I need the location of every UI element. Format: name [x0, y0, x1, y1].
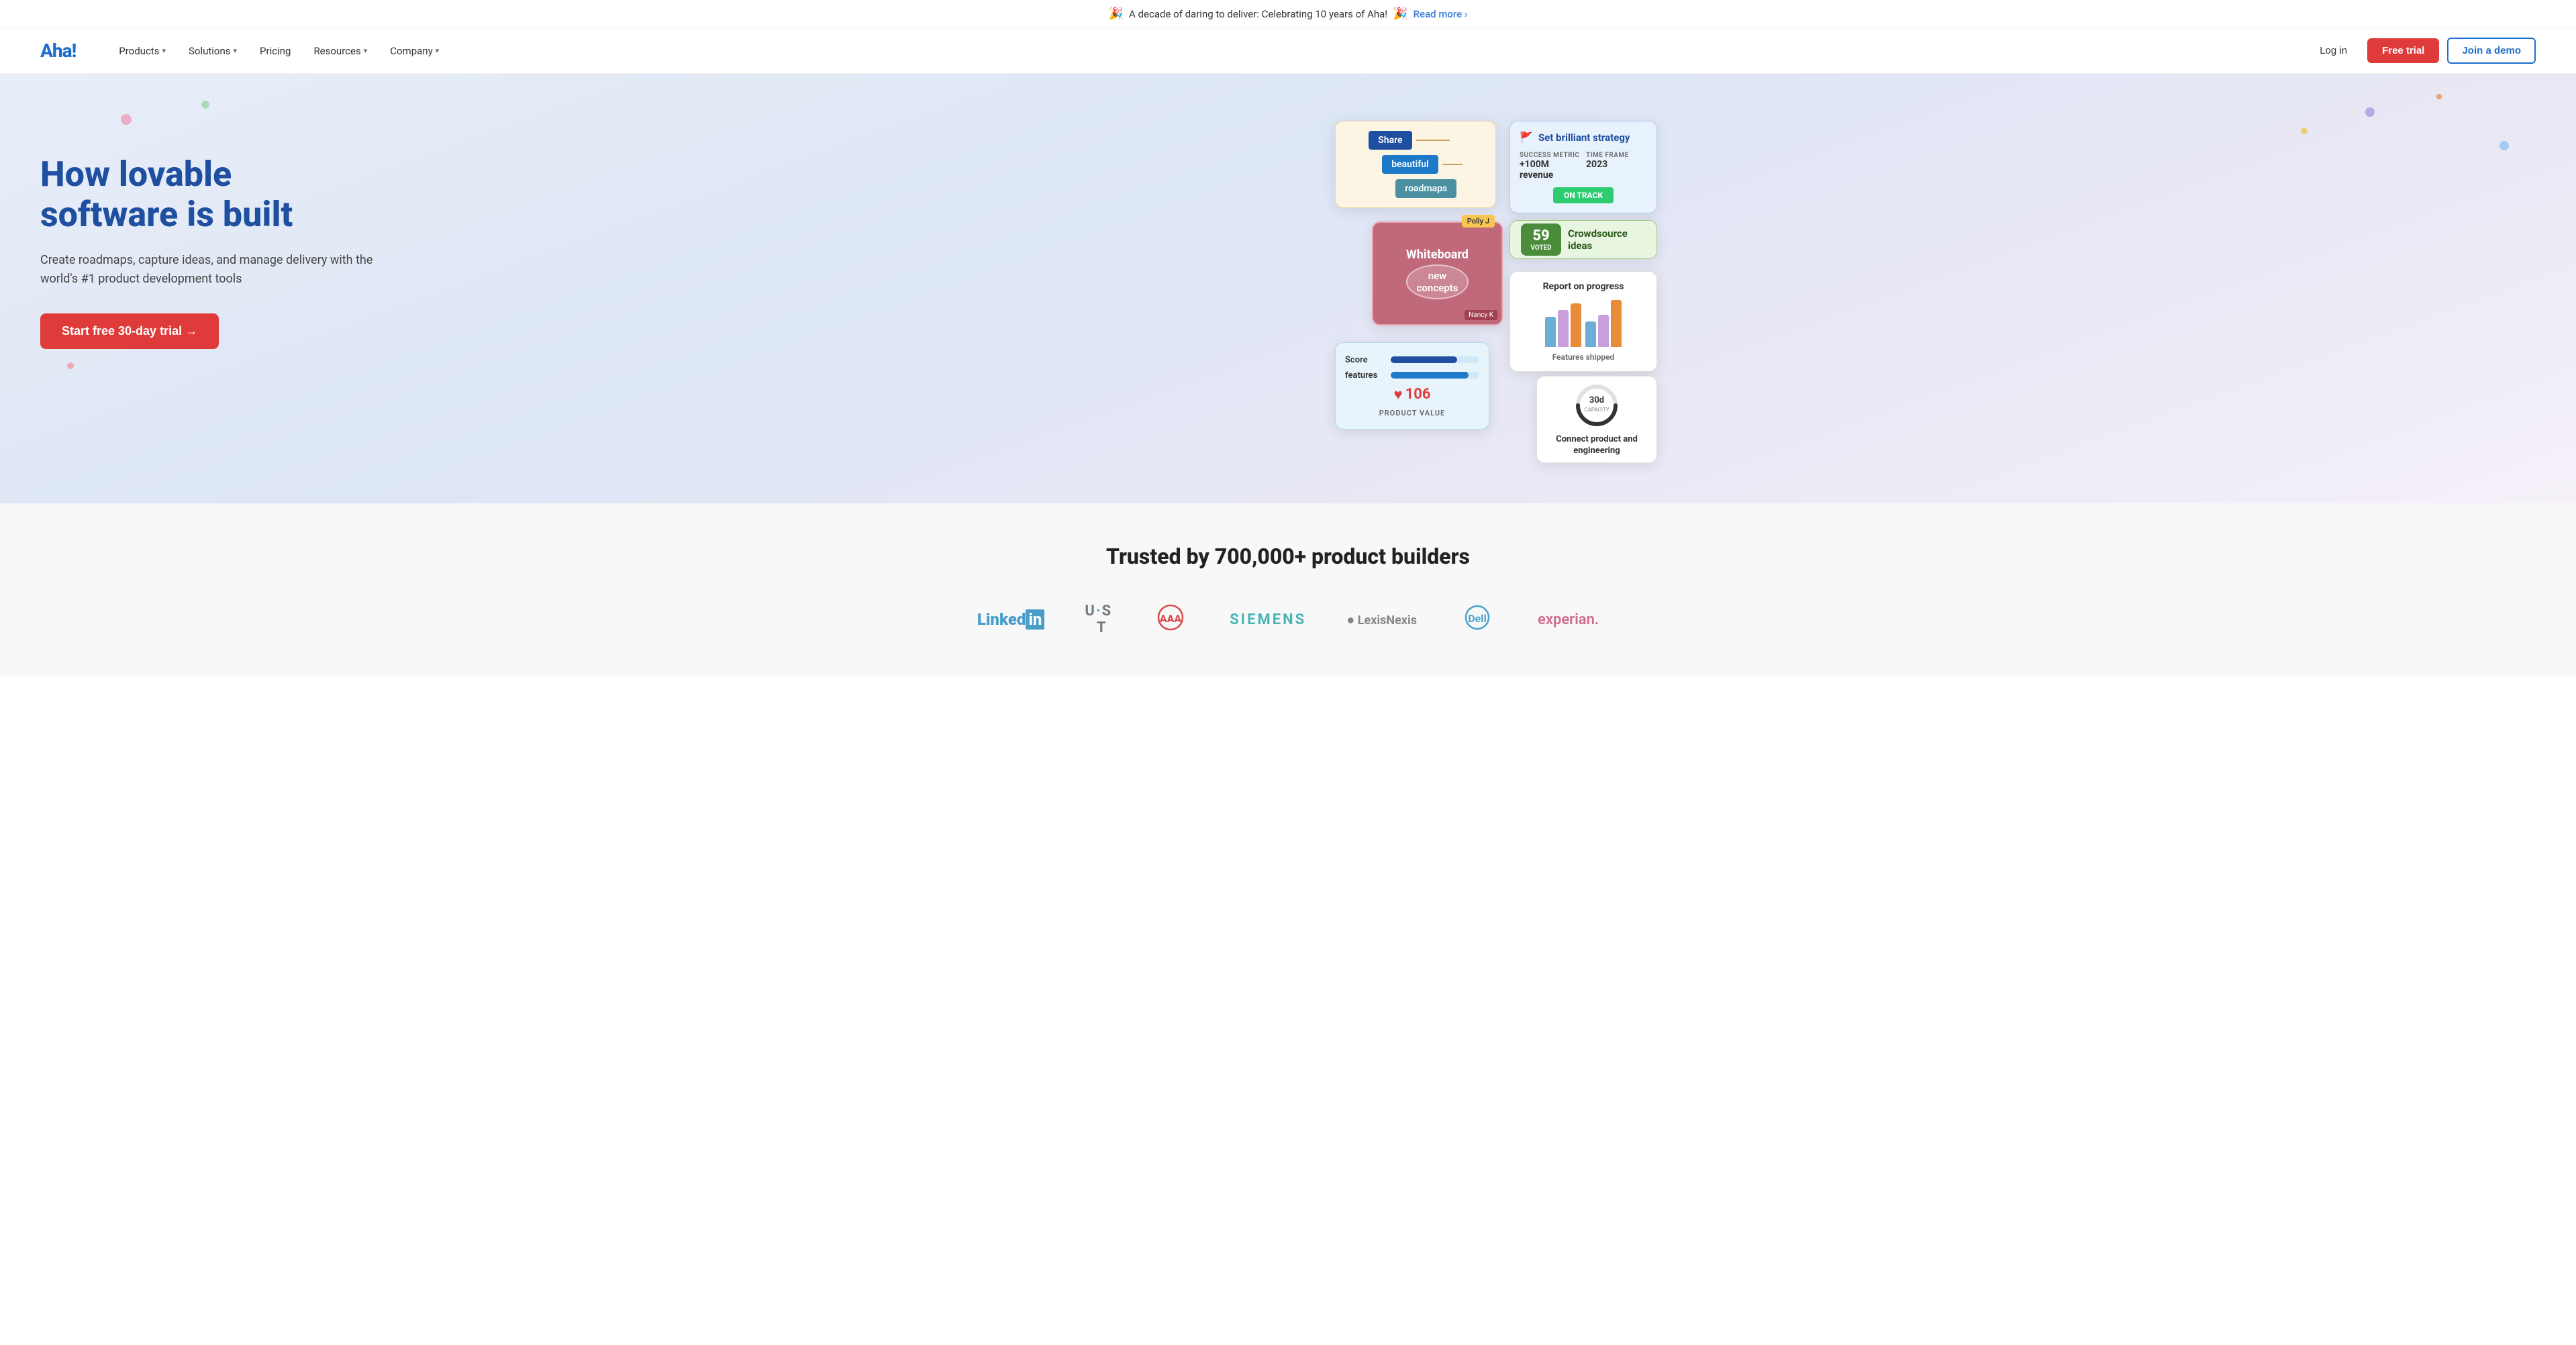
decorative-dot: [67, 362, 74, 369]
cta-button[interactable]: Start free 30-day trial →: [40, 313, 219, 349]
roadmap-card: Share beautiful roadmaps: [1335, 121, 1496, 208]
capacity-dial: 30d CAPACITY: [1573, 382, 1620, 429]
announcement-bar: 🎉 A decade of daring to deliver: Celebra…: [0, 0, 2576, 28]
crowdsource-label: Crowdsource ideas: [1568, 228, 1646, 252]
bar-1: [1545, 317, 1556, 347]
product-value-label: PRODUCT VALUE: [1345, 409, 1479, 417]
bar-6: [1611, 300, 1622, 347]
chevron-down-icon: ▾: [436, 46, 440, 55]
navbar: Aha! Products ▾ Solutions ▾ Pricing Reso…: [0, 28, 2576, 74]
strategy-grid: SUCCESS METRIC +100M revenue TIME FRAME …: [1520, 152, 1647, 181]
logo-lexisnexis: ● LexisNexis: [1346, 611, 1417, 628]
score-row-2: features: [1345, 370, 1479, 381]
announcement-emoji-right: 🎉: [1393, 7, 1407, 21]
report-title: Report on progress: [1520, 281, 1647, 292]
join-demo-button[interactable]: Join a demo: [2447, 38, 2536, 64]
score-value: ♥ 106: [1345, 386, 1479, 403]
decorative-dot: [121, 114, 132, 125]
trusted-section: Trusted by 700,000+ product builders Lin…: [0, 503, 2576, 677]
bar-5: [1598, 315, 1609, 347]
polly-badge: Polly J: [1462, 215, 1495, 228]
report-subtitle: Features shipped: [1520, 352, 1647, 362]
on-track-badge: ON TRACK: [1553, 187, 1614, 203]
roadmap-tag-beautiful: beautiful: [1382, 155, 1438, 174]
logo-siemens: SIEMENS: [1230, 611, 1306, 628]
logo-experian: experian.: [1538, 611, 1599, 628]
logo-linkedin: Linkedin: [977, 610, 1045, 629]
nav-company[interactable]: Company ▾: [381, 40, 448, 62]
voted-count: 59 VOTED: [1521, 223, 1561, 256]
report-chart: [1520, 300, 1647, 347]
announcement-emoji-left: 🎉: [1109, 7, 1124, 21]
nav-products[interactable]: Products ▾: [109, 40, 175, 62]
logo-aaa: AAA: [1152, 604, 1189, 636]
login-button[interactable]: Log in: [2308, 40, 2359, 62]
decorative-dot: [2436, 94, 2442, 99]
decorative-dot: [201, 101, 209, 109]
score-card: Score features ♥ 106 PRODUCT VALUE: [1335, 342, 1489, 430]
svg-text:AAA: AAA: [1160, 612, 1182, 625]
logos-row: Linkedin U·ST AAA SIEMENS ● LexisNexis D…: [40, 603, 2536, 636]
read-more-link[interactable]: Read more ›: [1414, 8, 1468, 20]
chevron-down-icon: ▾: [162, 46, 166, 55]
navbar-actions: Log in Free trial Join a demo: [2308, 38, 2536, 64]
roadmap-tag-roadmaps: roadmaps: [1395, 179, 1456, 198]
bar-3: [1571, 303, 1581, 347]
trusted-title: Trusted by 700,000+ product builders: [40, 544, 2536, 569]
wb-subtitle: new concepts: [1406, 264, 1469, 299]
score-bar-bg-1: [1391, 356, 1479, 363]
score-row-1: Score: [1345, 355, 1479, 365]
svg-text:CAPACITY: CAPACITY: [1584, 407, 1609, 413]
logo-dell: Dell: [1457, 604, 1497, 635]
nav-resources[interactable]: Resources ▾: [304, 40, 377, 62]
strategy-header: 🚩 Set brilliant strategy: [1520, 131, 1647, 144]
connect-label: Connect product and engineering: [1548, 434, 1646, 457]
hero-title: How lovable software is built: [40, 154, 456, 235]
logo-ust: U·ST: [1085, 603, 1112, 636]
hero-left: How lovable software is built Create roa…: [40, 114, 456, 349]
score-bar-bg-2: [1391, 372, 1479, 379]
svg-text:30d: 30d: [1589, 395, 1604, 405]
free-trial-button[interactable]: Free trial: [2367, 38, 2439, 63]
roadmap-tag-share: Share: [1369, 131, 1411, 150]
chevron-down-icon: ▾: [364, 46, 368, 55]
hero-section: How lovable software is built Create roa…: [0, 74, 2576, 503]
ideas-card: 59 VOTED Crowdsource ideas: [1509, 220, 1657, 259]
bar-2: [1558, 310, 1569, 347]
heart-icon: ♥: [1394, 386, 1403, 403]
hero-subtitle: Create roadmaps, capture ideas, and mana…: [40, 251, 376, 290]
score-bar-fill-1: [1391, 356, 1457, 363]
flag-icon: 🚩: [1520, 131, 1533, 144]
strategy-card: 🚩 Set brilliant strategy SUCCESS METRIC …: [1509, 121, 1657, 213]
chevron-down-icon: ▾: [234, 46, 238, 55]
bar-4: [1585, 321, 1596, 347]
score-bar-fill-2: [1391, 372, 1469, 379]
wb-title: Whiteboard: [1406, 248, 1469, 262]
wb-nancy-badge: Nancy K: [1465, 310, 1497, 320]
whiteboard-card: Polly J Whiteboard new concepts Nancy K: [1372, 221, 1503, 326]
connect-card: 30d CAPACITY Connect product and enginee…: [1536, 376, 1657, 463]
report-card: Report on progress Features shipped: [1509, 271, 1657, 372]
nav-items: Products ▾ Solutions ▾ Pricing Resources…: [109, 40, 2281, 62]
nav-solutions[interactable]: Solutions ▾: [179, 40, 246, 62]
ui-cards-container: Share beautiful roadmaps Polly J Whitebo…: [1335, 121, 1657, 443]
logo[interactable]: Aha!: [40, 40, 76, 62]
nav-pricing[interactable]: Pricing: [250, 40, 300, 62]
hero-right: Share beautiful roadmaps Polly J Whitebo…: [456, 114, 2536, 450]
announcement-text: A decade of daring to deliver: Celebrati…: [1129, 8, 1387, 20]
roadmap-items: Share beautiful roadmaps: [1369, 131, 1463, 198]
svg-text:Dell: Dell: [1468, 612, 1487, 625]
